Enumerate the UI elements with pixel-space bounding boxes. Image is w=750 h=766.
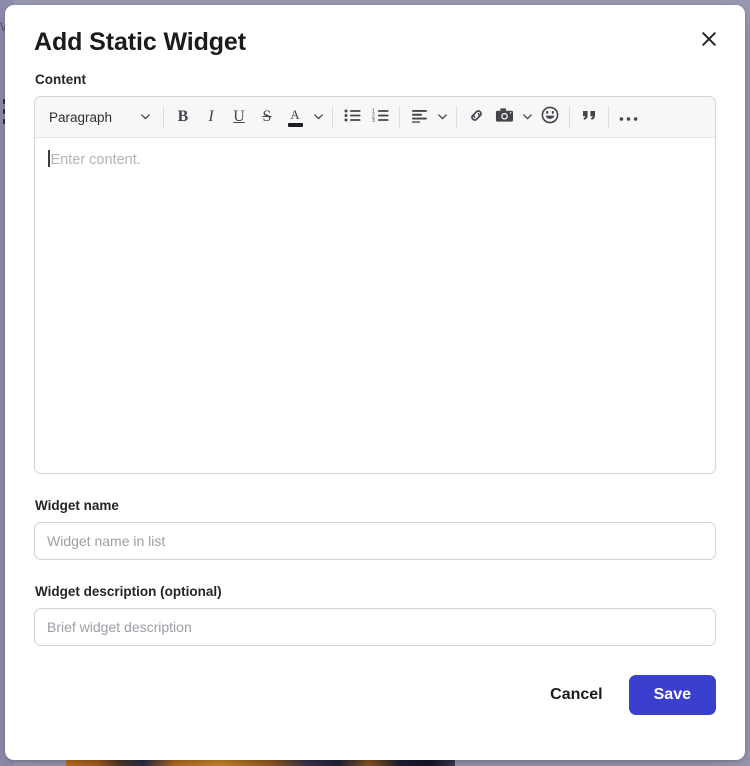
- link-button[interactable]: [462, 103, 490, 131]
- toolbar-divider: [569, 106, 570, 128]
- toolbar-divider: [456, 106, 457, 128]
- blockquote-button[interactable]: [575, 103, 603, 131]
- align-left-icon: [411, 108, 428, 127]
- image-dropdown[interactable]: [518, 103, 536, 131]
- toolbar-divider: [163, 106, 164, 128]
- text-color-swatch: [287, 122, 303, 127]
- strikethrough-button[interactable]: S: [253, 103, 281, 131]
- underline-icon: U: [233, 108, 245, 125]
- close-button[interactable]: [693, 23, 725, 55]
- content-editor-placeholder: Enter content.: [50, 152, 141, 168]
- widget-description-input[interactable]: [34, 608, 716, 646]
- toolbar-divider: [332, 106, 333, 128]
- strikethrough-icon: S: [262, 108, 272, 125]
- align-group: [405, 97, 451, 137]
- list-group: 1 2 3: [338, 97, 394, 137]
- widget-name-input[interactable]: [34, 522, 716, 560]
- bullet-list-icon: [344, 108, 361, 127]
- image-button[interactable]: [490, 103, 518, 131]
- italic-button[interactable]: I: [197, 103, 225, 131]
- close-icon: [699, 29, 719, 49]
- italic-icon: I: [208, 108, 214, 125]
- underline-button[interactable]: U: [225, 103, 253, 131]
- align-button[interactable]: [405, 103, 433, 131]
- insert-group: [462, 97, 564, 137]
- content-label: Content: [35, 72, 86, 87]
- camera-icon: [495, 107, 514, 127]
- content-editor-placeholder-row: Enter content.: [48, 150, 702, 170]
- link-icon: [468, 107, 485, 128]
- blockquote-icon: [581, 108, 598, 127]
- text-caret: [48, 150, 50, 167]
- chevron-down-icon: [140, 110, 151, 125]
- bold-icon: B: [177, 108, 189, 125]
- widget-description-field-block: Widget description (optional): [34, 583, 716, 646]
- rich-text-editor: Paragraph B I U S A 1 2 3 Enter content.: [34, 96, 716, 474]
- widget-description-label: Widget description (optional): [35, 584, 222, 599]
- dialog-footer: Cancel Save: [5, 646, 745, 715]
- text-format-group: B I U S A: [169, 97, 327, 137]
- more-options-button[interactable]: [614, 103, 642, 131]
- block-style-select[interactable]: Paragraph: [40, 103, 158, 131]
- svg-text:3: 3: [372, 118, 375, 123]
- chevron-down-icon: [522, 110, 533, 125]
- widget-name-field-block: Widget name: [34, 497, 716, 560]
- emoji-button[interactable]: [536, 103, 564, 131]
- text-color-icon: A: [287, 106, 303, 127]
- block-style-value: Paragraph: [49, 109, 113, 125]
- bold-button[interactable]: B: [169, 103, 197, 131]
- page-title: Add Static Widget: [34, 28, 246, 56]
- text-color-button[interactable]: A: [281, 103, 309, 131]
- ellipsis-icon: [619, 109, 638, 126]
- cancel-button[interactable]: Cancel: [536, 676, 616, 714]
- text-color-dropdown[interactable]: [309, 103, 327, 131]
- toolbar-divider: [399, 106, 400, 128]
- dialog-header: Add Static Widget: [5, 5, 745, 61]
- chevron-down-icon: [437, 110, 448, 125]
- numbered-list-icon: 1 2 3: [372, 108, 389, 127]
- editor-toolbar: Paragraph B I U S A 1 2 3: [35, 97, 715, 138]
- chevron-down-icon: [313, 110, 324, 125]
- align-dropdown[interactable]: [433, 103, 451, 131]
- bullet-list-button[interactable]: [338, 103, 366, 131]
- add-static-widget-dialog: Add Static Widget Content Paragraph B I …: [5, 5, 745, 760]
- content-editor-area[interactable]: Enter content.: [35, 138, 715, 473]
- toolbar-divider: [608, 106, 609, 128]
- emoji-smile-icon: [541, 106, 559, 128]
- save-button[interactable]: Save: [628, 675, 716, 715]
- numbered-list-button[interactable]: 1 2 3: [366, 103, 394, 131]
- dialog-body: Content Paragraph B I U S A 1 2 3 Enter …: [5, 61, 745, 646]
- widget-name-label: Widget name: [35, 498, 119, 513]
- text-color-letter: A: [290, 106, 300, 122]
